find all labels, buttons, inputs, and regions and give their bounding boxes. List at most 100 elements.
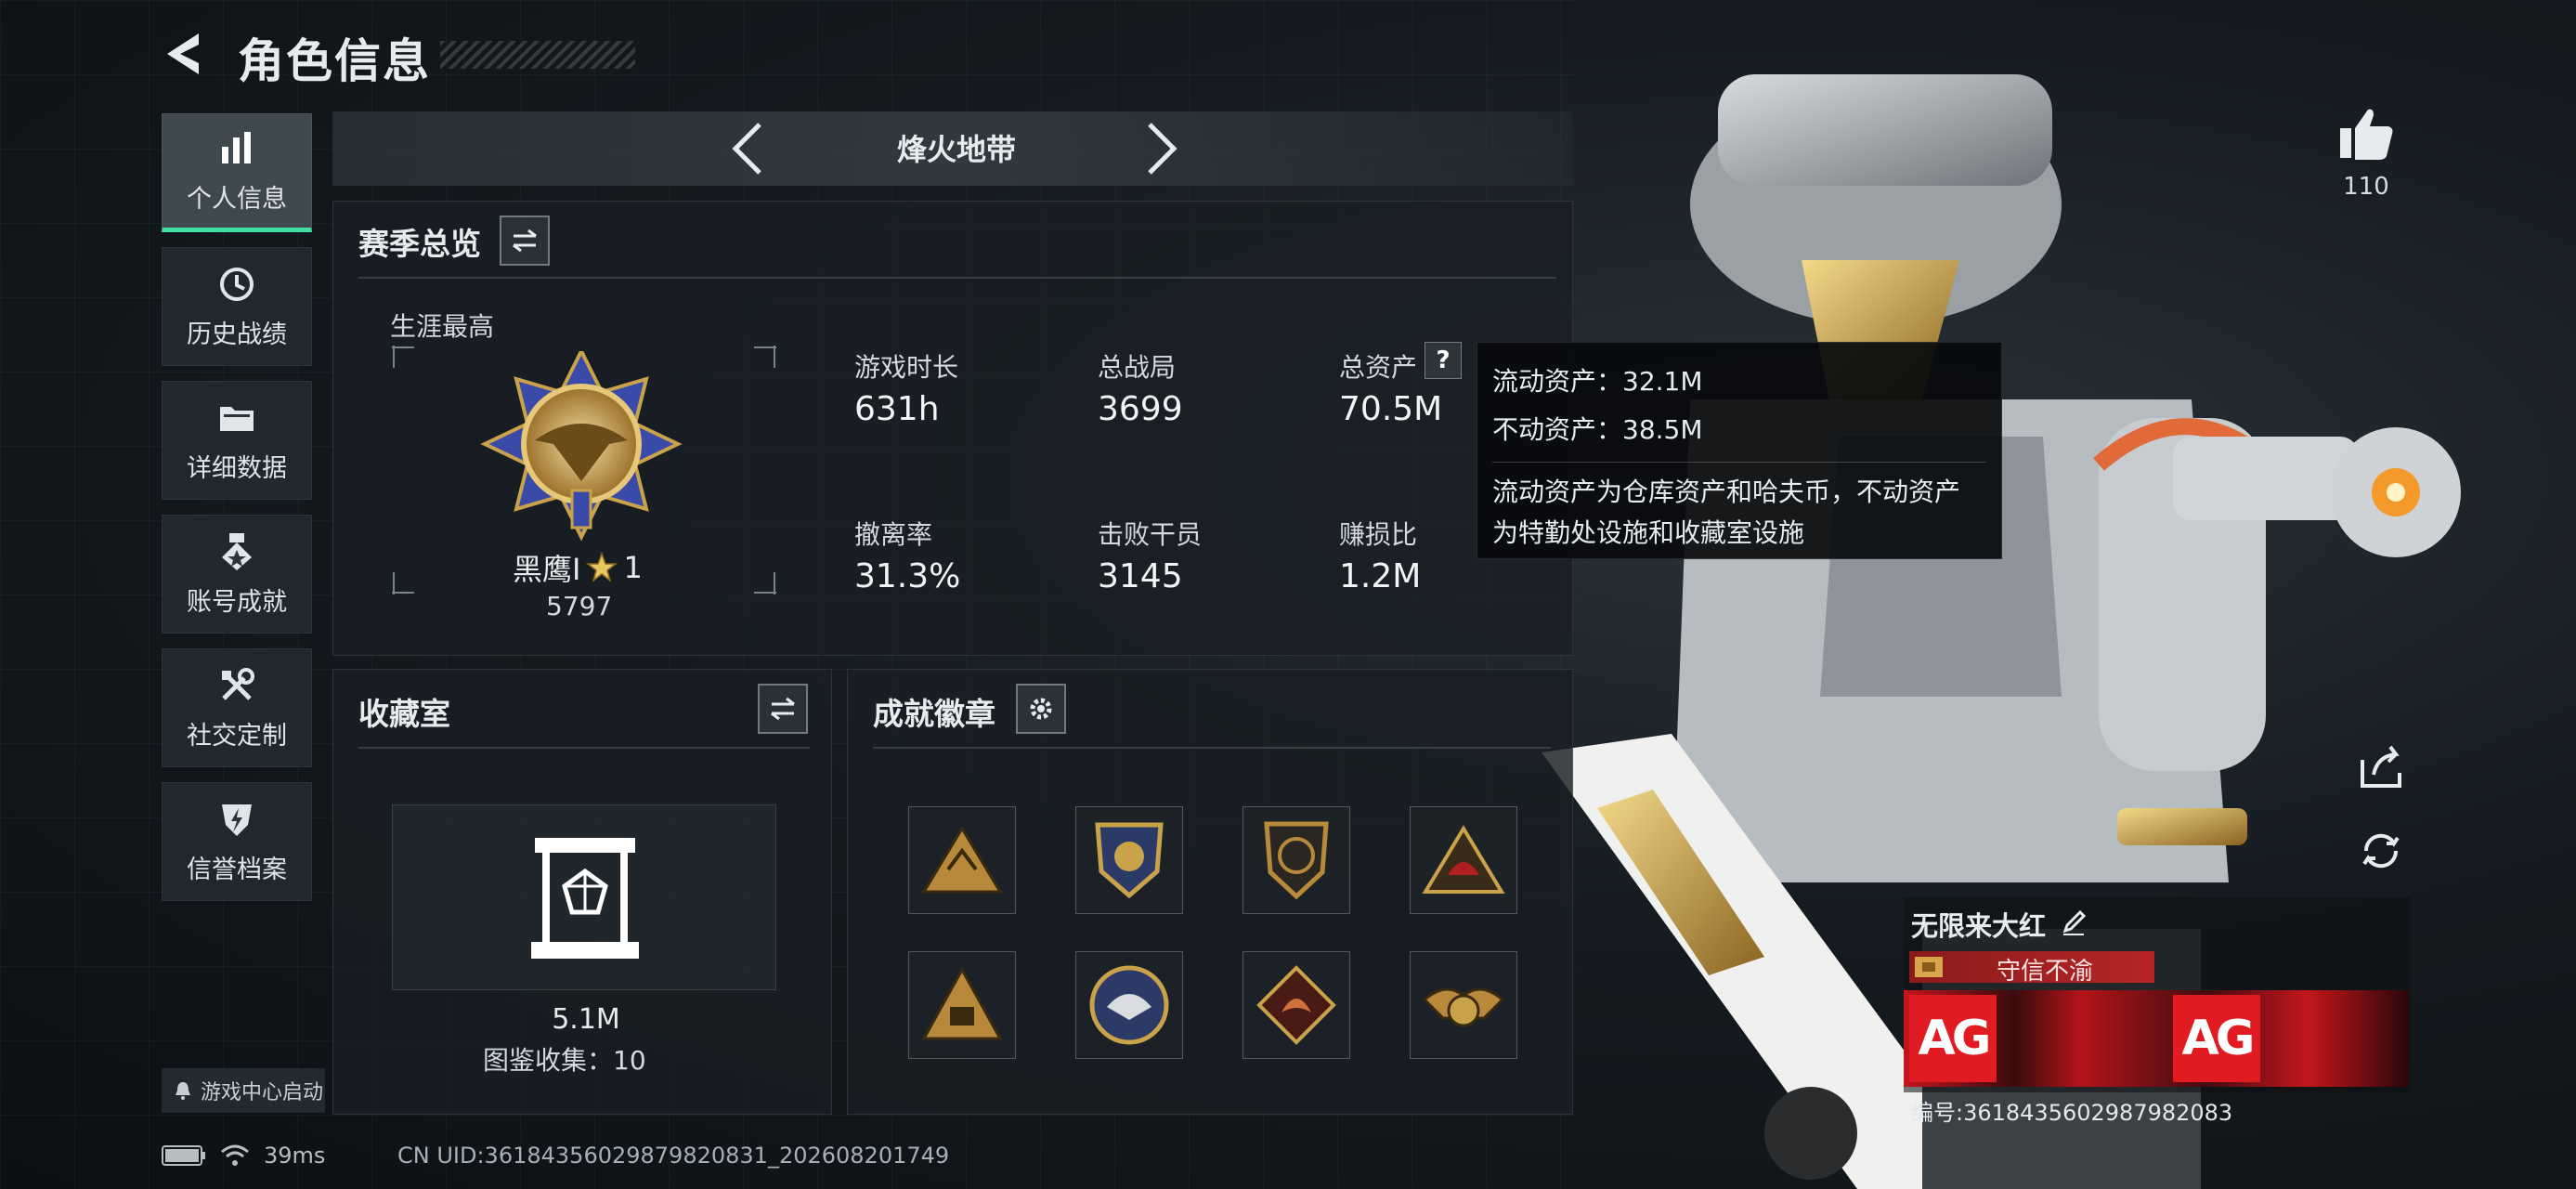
badge-1[interactable] bbox=[908, 806, 1016, 914]
nav-item-detail-data[interactable]: 详细数据 bbox=[162, 381, 312, 500]
bell-icon bbox=[176, 1082, 190, 1100]
team-logo-icon: AG bbox=[2173, 995, 2260, 1082]
dragon-badge-icon bbox=[1256, 965, 1336, 1045]
nav-item-social[interactable]: 社交定制 bbox=[162, 648, 312, 767]
badge-4[interactable] bbox=[1410, 806, 1517, 914]
thumbs-up-icon[interactable] bbox=[2336, 106, 2396, 162]
season-overview-title: 赛季总览 bbox=[358, 226, 481, 262]
game-center-label: 游戏中心启动 bbox=[201, 1081, 324, 1104]
player-serial: 编号:3618435602987982083 bbox=[1911, 1100, 2233, 1126]
stat-value-playtime: 631h bbox=[854, 390, 940, 428]
refresh-icon[interactable] bbox=[2355, 825, 2407, 877]
tooltip-fixed-assets: 不动资产：38.5M bbox=[1492, 414, 1703, 445]
stat-label-extraction-rate: 撤离率 bbox=[854, 519, 933, 550]
ping-value: 39ms bbox=[264, 1143, 326, 1169]
uid-text: CN UID:3618435602987982083​1_20260820174… bbox=[397, 1143, 950, 1169]
like-count: 110 bbox=[2343, 173, 2389, 201]
status-bar: 39ms bbox=[162, 1143, 325, 1169]
panel-divider bbox=[358, 747, 810, 749]
stat-value-total-assets: 70.5M bbox=[1339, 390, 1443, 428]
badge-7[interactable] bbox=[1242, 951, 1350, 1059]
tools-icon bbox=[222, 667, 254, 700]
nav-item-personal-info[interactable]: 个人信息 bbox=[162, 113, 312, 232]
shield-badge-icon bbox=[222, 804, 252, 836]
nav-item-label: 历史战绩 bbox=[187, 320, 287, 349]
gear-icon bbox=[1030, 698, 1052, 720]
stat-value-total-matches: 3699 bbox=[1098, 390, 1183, 428]
nav-item-reputation[interactable]: 信誉档案 bbox=[162, 782, 312, 901]
mode-title: 烽火地带 bbox=[896, 132, 1016, 167]
stat-label-total-assets: 总资产 bbox=[1339, 352, 1418, 383]
nav-item-label: 详细数据 bbox=[187, 453, 287, 483]
triangle-58-badge-icon bbox=[921, 966, 1003, 1040]
display-case-icon bbox=[531, 838, 639, 959]
stat-value-extraction-rate: 31.3% bbox=[854, 557, 961, 595]
rank-stars: 1 bbox=[623, 550, 643, 585]
stat-value-operators-defeated: 3145 bbox=[1098, 557, 1183, 595]
collection-catalog: 图鉴收集：10 bbox=[483, 1045, 646, 1076]
career-best-label: 生涯最高 bbox=[390, 311, 495, 342]
nav-item-label: 个人信息 bbox=[187, 184, 287, 214]
nav-item-achievements[interactable]: 账号成就 bbox=[162, 515, 312, 634]
share-icon[interactable] bbox=[2355, 741, 2407, 793]
badge-2[interactable] bbox=[1075, 806, 1183, 914]
folder-icon bbox=[220, 406, 254, 431]
rank-name-row: 黑鹰Ⅰ 1 bbox=[513, 546, 643, 589]
eagle-badge-icon bbox=[1089, 965, 1169, 1045]
panel-divider bbox=[358, 277, 1556, 279]
helmet-badge-icon bbox=[1422, 825, 1505, 894]
swap-icon bbox=[513, 229, 537, 253]
collection-value: 5.1M bbox=[552, 1003, 620, 1036]
nav-item-history[interactable]: 历史战绩 bbox=[162, 247, 312, 366]
rank-emblem-icon bbox=[480, 351, 683, 542]
chevron-left-icon[interactable] bbox=[722, 119, 774, 178]
swap-icon bbox=[771, 697, 795, 721]
tooltip-desc-line2: 为特勤处设施和收藏室设施 bbox=[1492, 517, 1805, 548]
stat-label-total-matches: 总战局 bbox=[1098, 352, 1177, 383]
stat-label-operators-defeated: 击败干员 bbox=[1098, 519, 1203, 550]
season-switch-button[interactable] bbox=[500, 216, 550, 266]
history-clock-icon bbox=[220, 267, 254, 301]
shield-wings-badge-icon bbox=[1095, 822, 1164, 899]
mountain-badge-icon bbox=[921, 826, 1003, 894]
edit-pencil-icon[interactable] bbox=[2060, 908, 2088, 936]
rank-points: 5797 bbox=[546, 591, 613, 621]
back-arrow-icon[interactable] bbox=[158, 26, 214, 82]
battery-icon bbox=[162, 1145, 205, 1166]
achievement-medal-icon bbox=[222, 532, 252, 570]
page-title: 角色信息 bbox=[238, 34, 431, 88]
collection-title: 收藏室 bbox=[358, 696, 450, 732]
badge-8[interactable] bbox=[1410, 951, 1517, 1059]
badge-6[interactable] bbox=[1075, 951, 1183, 1059]
tooltip-desc-line1: 流动资产为仓库资产和哈夫币，不动资产 bbox=[1492, 477, 1961, 507]
achievement-badges-title: 成就徽章 bbox=[873, 696, 995, 732]
nav-item-label: 信誉档案 bbox=[187, 855, 287, 884]
panel-divider bbox=[873, 747, 1551, 749]
chevron-right-icon[interactable] bbox=[1135, 119, 1187, 178]
bar-chart-icon bbox=[222, 131, 251, 163]
star-icon bbox=[586, 552, 618, 582]
reputation-icon bbox=[1915, 957, 1943, 977]
assets-help-button[interactable]: ? bbox=[1425, 342, 1462, 379]
tooltip-liquid-assets: 流动资产：32.1M bbox=[1492, 366, 1703, 397]
nav-item-label: 社交定制 bbox=[187, 721, 287, 751]
stat-label-playtime: 游戏时长 bbox=[854, 352, 959, 383]
rifle-shield-badge-icon bbox=[1264, 821, 1329, 900]
question-icon: ? bbox=[1436, 346, 1451, 374]
reputation-text: 守信不渝 bbox=[1997, 958, 2094, 986]
tooltip-divider bbox=[1492, 462, 1986, 463]
game-center-launch[interactable]: 游戏中心启动 bbox=[162, 1068, 325, 1113]
stat-value-profit-loss: 1.2M bbox=[1339, 557, 1422, 595]
badge-5[interactable] bbox=[908, 951, 1016, 1059]
badge-3[interactable] bbox=[1242, 806, 1350, 914]
player-name: 无限来大红 bbox=[1911, 910, 2047, 942]
winged-emblem-badge-icon bbox=[1422, 987, 1505, 1027]
badges-settings-button[interactable] bbox=[1016, 684, 1066, 734]
collection-switch-button[interactable] bbox=[758, 684, 808, 734]
stat-label-profit-loss: 赚损比 bbox=[1339, 519, 1418, 550]
assets-tooltip: 流动资产：32.1M 不动资产：38.5M 流动资产为仓库资产和哈夫币，不动资产… bbox=[1477, 342, 2002, 559]
nav-item-label: 账号成就 bbox=[187, 587, 287, 617]
team-logo-icon: AG bbox=[1909, 995, 1997, 1082]
rank-name: 黑鹰Ⅰ bbox=[513, 552, 581, 587]
title-decoration bbox=[440, 41, 635, 69]
